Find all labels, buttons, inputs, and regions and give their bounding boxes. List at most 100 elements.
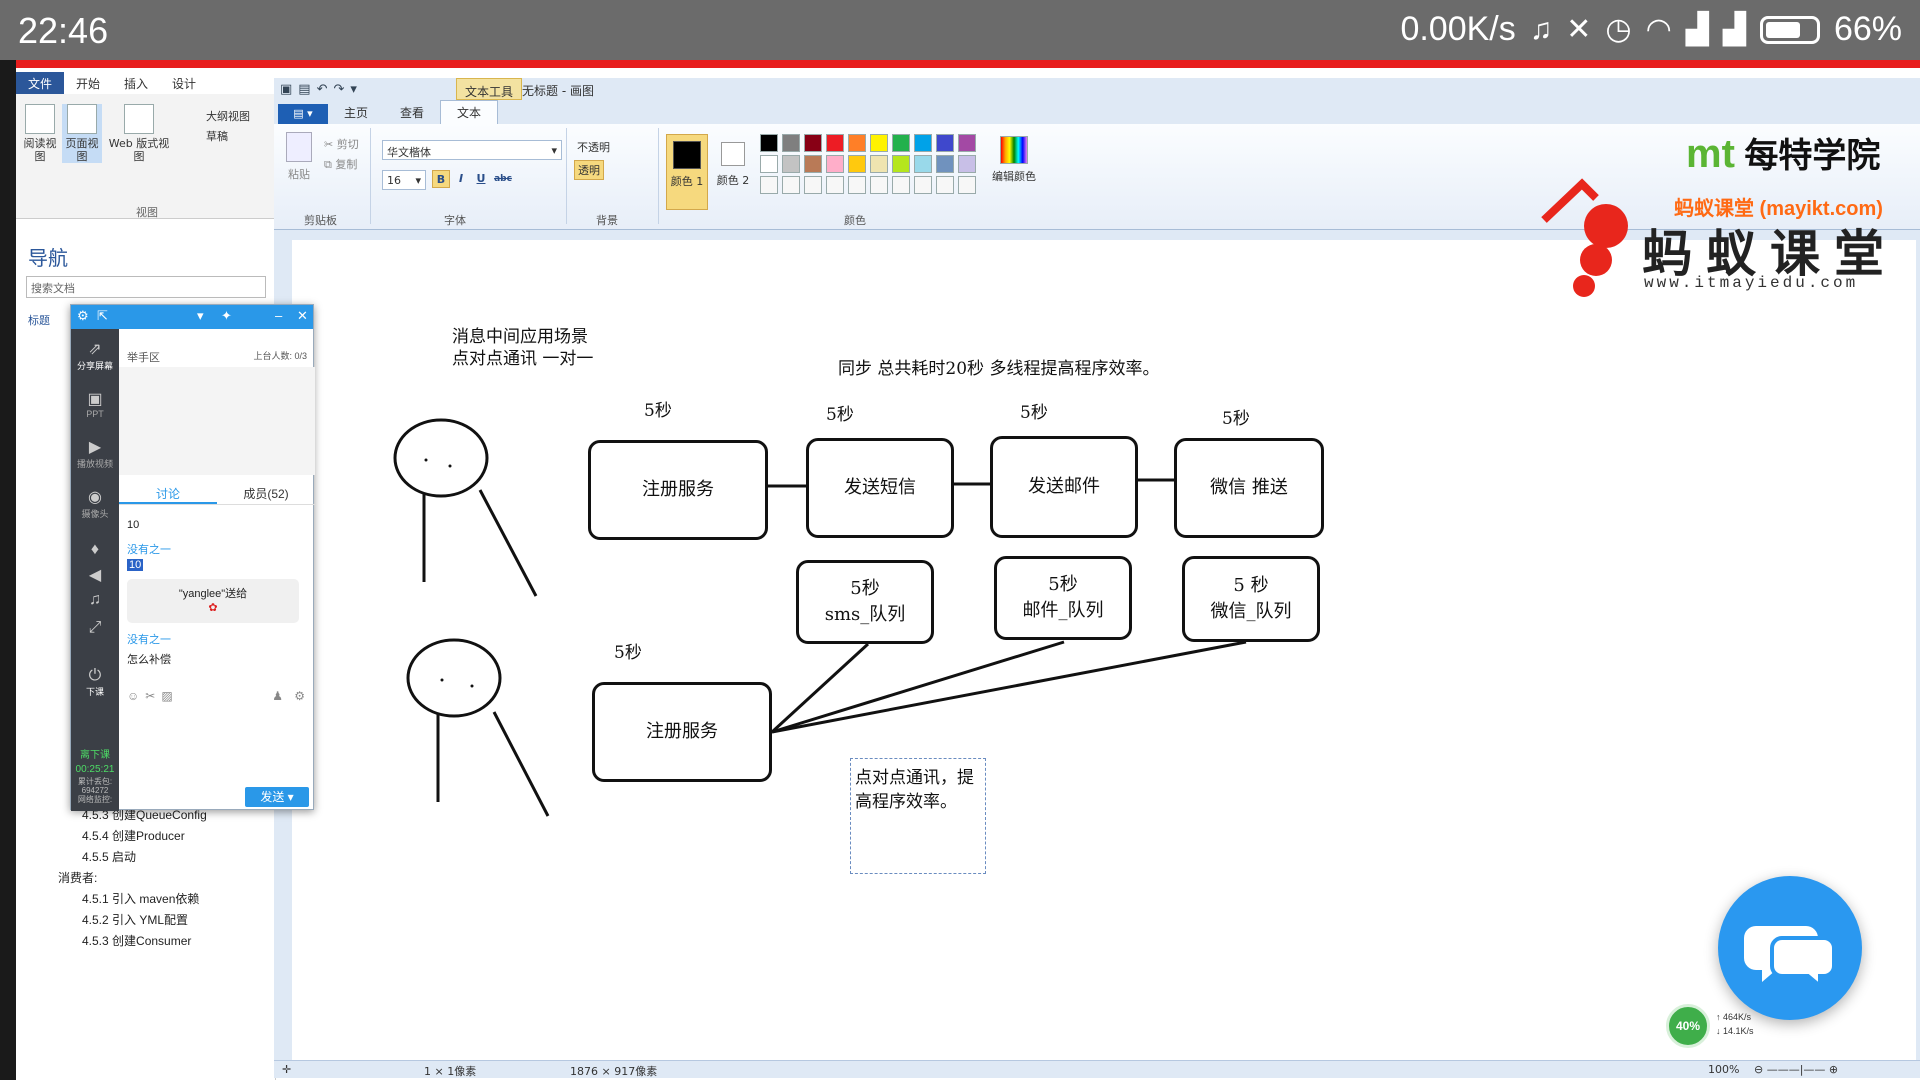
read-view-button[interactable]: 阅读视图 — [20, 104, 60, 163]
web-view-button[interactable]: Web 版式视图 — [106, 104, 172, 163]
ppt-button[interactable]: ▣ PPT — [71, 389, 119, 419]
draft-view-button[interactable]: 草稿 — [206, 128, 228, 144]
gear-icon[interactable]: ⚙ — [294, 689, 311, 703]
palette-swatch[interactable] — [914, 134, 932, 152]
outline-item[interactable]: 4.5.5 启动 — [38, 847, 207, 868]
play-video-button[interactable]: ▶ 播放视频 — [71, 437, 119, 470]
palette-swatch[interactable] — [826, 176, 844, 194]
paint-file-menu[interactable]: ▤ ▾ — [278, 104, 328, 124]
transparent-option[interactable]: 透明 — [574, 160, 604, 180]
outline-item[interactable]: 4.5.2 引入 YML配置 — [38, 910, 207, 931]
text-tools-context-tab: 文本工具 — [456, 78, 523, 100]
chat-message: 10 — [127, 559, 144, 571]
share-screen-button[interactable]: ⇗ 分享屏幕 — [71, 339, 119, 372]
people-icon[interactable]: ♟ — [272, 689, 289, 703]
palette-swatch[interactable] — [936, 134, 954, 152]
bold-button[interactable]: B — [432, 170, 450, 188]
outline-item[interactable]: 4.5.3 创建Consumer — [38, 931, 207, 952]
colors-group-label: 颜色 — [844, 214, 866, 227]
mic-button[interactable]: ♦ — [71, 541, 119, 559]
minimize-icon[interactable]: – — [275, 308, 282, 323]
palette-swatch[interactable] — [892, 155, 910, 173]
image-icon[interactable]: ▨ — [161, 689, 178, 703]
tab-text[interactable]: 文本 — [440, 100, 499, 124]
italic-button[interactable]: I — [452, 170, 470, 188]
chevron-down-icon[interactable]: ▾ — [197, 308, 204, 324]
fullscreen-button[interactable]: ⤢ — [71, 619, 119, 637]
music-button[interactable]: ♫ — [71, 591, 119, 609]
palette-swatch[interactable] — [958, 155, 976, 173]
send-button[interactable]: 发送 ▾ — [245, 787, 309, 807]
palette-swatch[interactable] — [848, 176, 866, 194]
palette-swatch[interactable] — [760, 134, 778, 152]
palette-swatch[interactable] — [826, 155, 844, 173]
edit-colors-button[interactable]: 编辑颜色 — [986, 134, 1042, 184]
palette-swatch[interactable] — [958, 176, 976, 194]
word-tab-design[interactable]: 设计 — [160, 72, 208, 94]
palette-swatch[interactable] — [804, 155, 822, 173]
font-family-select[interactable]: 华文楷体 ▾ — [382, 140, 562, 160]
palette-swatch[interactable] — [804, 176, 822, 194]
palette-swatch[interactable] — [936, 176, 954, 194]
paste-button[interactable]: 粘贴 — [282, 132, 316, 182]
palette-swatch[interactable] — [848, 155, 866, 173]
palette-swatch[interactable] — [936, 155, 954, 173]
palette-swatch[interactable] — [760, 176, 778, 194]
palette-swatch[interactable] — [870, 155, 888, 173]
strikethrough-button[interactable]: abc — [492, 170, 514, 188]
font-size-select[interactable]: 16 ▾ — [382, 170, 426, 190]
word-tab-insert[interactable]: 插入 — [112, 72, 160, 94]
chat-bubble-button[interactable] — [1718, 876, 1862, 1020]
nav-search-input[interactable]: 搜索文档 — [26, 276, 266, 298]
palette-swatch[interactable] — [782, 155, 800, 173]
emoji-icon[interactable]: ☺ — [127, 689, 145, 703]
palette-swatch[interactable] — [782, 176, 800, 194]
camera-button[interactable]: ◉ 摄像头 — [71, 487, 119, 520]
page-view-button[interactable]: 页面视图 — [62, 104, 102, 163]
text-selection-box[interactable]: 点对点通讯，提 高程序效率。 — [850, 758, 986, 874]
palette-swatch[interactable] — [848, 134, 866, 152]
palette-swatch[interactable] — [892, 176, 910, 194]
wifi-icon: ◠ — [1645, 13, 1672, 46]
palette-swatch[interactable] — [914, 176, 932, 194]
paint-canvas[interactable]: 消息中间应用场景 点对点通讯 一对一 同步 总共耗时20秒 多线程提高程序效率。… — [292, 240, 1916, 1060]
color2-button[interactable]: 颜色 2 — [714, 134, 752, 210]
zoom-slider[interactable]: ⊖ ———|—— ⊕ — [1754, 1063, 1838, 1076]
word-tab-home[interactable]: 开始 — [64, 72, 112, 94]
palette-swatch[interactable] — [804, 134, 822, 152]
tab-view[interactable]: 查看 — [384, 101, 440, 124]
underline-button[interactable]: U — [472, 170, 490, 188]
outline-item[interactable]: 消费者: — [38, 868, 207, 889]
word-tab-file[interactable]: 文件 — [16, 72, 65, 94]
nav-tab-headings[interactable]: 标题 — [28, 312, 50, 328]
font-group-label: 字体 — [444, 214, 466, 227]
end-class-button[interactable]: ⏻ 下课 — [71, 667, 119, 698]
outline-item[interactable]: 4.5.4 创建Producer — [38, 826, 207, 847]
palette-swatch[interactable] — [914, 155, 932, 173]
palette-swatch[interactable] — [760, 155, 778, 173]
play-icon: ▶ — [88, 439, 102, 456]
share-icon[interactable]: ⇱ — [97, 308, 108, 324]
quick-access-toolbar[interactable]: ▣▤↶↷▾ — [280, 82, 363, 97]
color1-button[interactable]: 颜色 1 — [666, 134, 708, 210]
scissors-icon[interactable]: ✂ — [145, 689, 161, 703]
palette-swatch[interactable] — [782, 134, 800, 152]
settings-icon[interactable]: ⚙ — [77, 308, 89, 324]
paint-status-bar: ✛ 1 × 1像素 1876 × 917像素 100% ⊖ ———|—— ⊕ — [274, 1060, 1920, 1078]
palette-swatch[interactable] — [958, 134, 976, 152]
palette-swatch[interactable] — [870, 176, 888, 194]
palette-swatch[interactable] — [870, 134, 888, 152]
outline-item[interactable]: 4.5.1 引入 maven依赖 — [38, 889, 207, 910]
close-icon[interactable]: ✕ — [297, 308, 308, 324]
outline-view-button[interactable]: 大纲视图 — [206, 108, 250, 124]
tab-home[interactable]: 主页 — [328, 101, 384, 124]
palette-swatch[interactable] — [826, 134, 844, 152]
speaker-button[interactable]: ◀ — [71, 565, 119, 585]
copy-button[interactable]: ⧉ 复制 — [324, 156, 357, 172]
cut-button[interactable]: ✂ 剪切 — [324, 136, 359, 152]
opaque-option[interactable]: 不透明 — [574, 138, 613, 156]
tab-members[interactable]: 成员(52) — [217, 481, 315, 504]
pin-icon[interactable]: ✦ — [221, 308, 232, 324]
palette-swatch[interactable] — [892, 134, 910, 152]
tab-discussion[interactable]: 讨论 — [119, 481, 217, 504]
